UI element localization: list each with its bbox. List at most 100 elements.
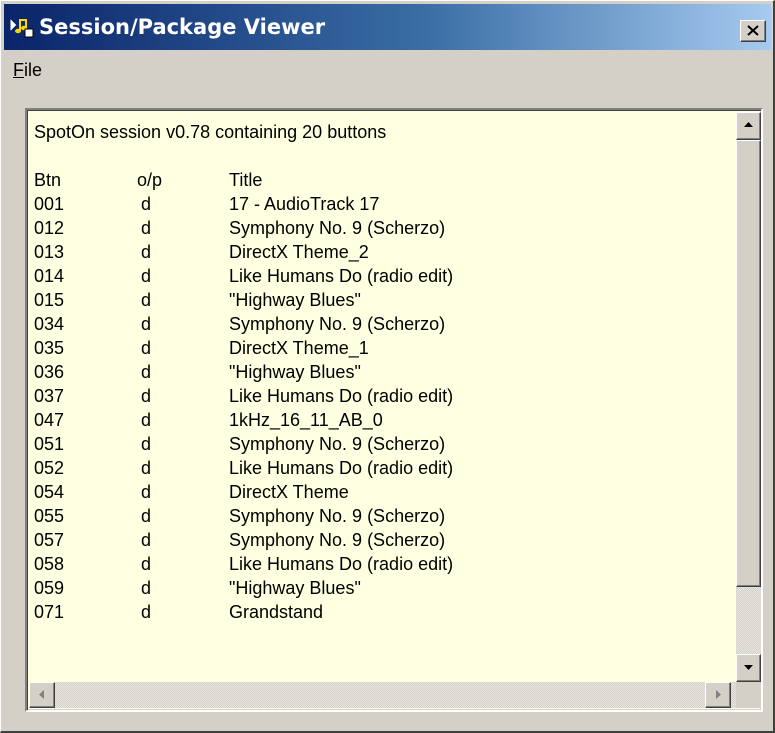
row-title: "Highway Blues" xyxy=(229,578,361,598)
session-text-area[interactable]: SpotOn session v0.78 containing 20 butto… xyxy=(25,108,763,712)
row-title: Like Humans Do (radio edit) xyxy=(229,386,454,406)
row-btn: 071 xyxy=(34,602,65,622)
menu-file[interactable]: File xyxy=(13,58,42,82)
row-title: "Highway Blues" xyxy=(229,290,361,310)
row-btn: 035 xyxy=(34,338,65,358)
row-op: d xyxy=(141,602,152,622)
app-music-icon xyxy=(8,16,34,38)
table-row: 047 d 1kHz_16_11_AB_0 xyxy=(32,408,722,432)
column-title: Title xyxy=(229,170,263,190)
row-op: d xyxy=(141,530,152,550)
arrow-down-icon xyxy=(744,665,753,670)
close-icon xyxy=(747,25,759,36)
row-title: Symphony No. 9 (Scherzo) xyxy=(229,506,446,526)
title-bar[interactable]: Session/Package Viewer xyxy=(4,4,771,50)
vertical-scroll-thumb[interactable] xyxy=(736,140,761,587)
row-title: "Highway Blues" xyxy=(229,362,361,382)
table-row: 054 d DirectX Theme xyxy=(32,480,722,504)
table-row: 036 d "Highway Blues" xyxy=(32,360,722,384)
table-row: 035 d DirectX Theme_1 xyxy=(32,336,722,360)
row-op: d xyxy=(141,554,152,574)
row-btn: 036 xyxy=(34,362,65,382)
table-row: 012 d Symphony No. 9 (Scherzo) xyxy=(32,216,722,240)
row-op: d xyxy=(141,266,152,286)
row-title: Symphony No. 9 (Scherzo) xyxy=(229,218,446,238)
row-btn: 051 xyxy=(34,434,65,454)
menu-file-mnemonic: F xyxy=(13,60,24,80)
close-button[interactable] xyxy=(740,20,766,42)
row-title: 1kHz_16_11_AB_0 xyxy=(229,410,383,430)
table-row: 059 d "Highway Blues" xyxy=(32,576,722,600)
scrollbar-corner xyxy=(736,682,761,708)
row-btn: 057 xyxy=(34,530,65,550)
row-op: d xyxy=(141,434,152,454)
row-btn: 015 xyxy=(34,290,65,310)
row-btn: 012 xyxy=(34,218,65,238)
arrow-right-icon xyxy=(716,690,721,699)
row-title: Like Humans Do (radio edit) xyxy=(229,458,454,478)
row-title: DirectX Theme xyxy=(229,482,349,502)
table-row: 051 d Symphony No. 9 (Scherzo) xyxy=(32,432,722,456)
session-listing: SpotOn session v0.78 containing 20 butto… xyxy=(32,118,732,688)
viewer-window: Session/Package Viewer File SpotOn sessi… xyxy=(0,0,775,733)
column-btn: Btn xyxy=(34,170,62,190)
row-btn: 037 xyxy=(34,386,65,406)
row-title: DirectX Theme_2 xyxy=(229,242,369,262)
row-btn: 047 xyxy=(34,410,65,430)
row-op: d xyxy=(141,362,152,382)
session-summary: SpotOn session v0.78 containing 20 butto… xyxy=(34,122,387,142)
row-title: Symphony No. 9 (Scherzo) xyxy=(229,530,446,550)
arrow-left-icon xyxy=(39,690,44,699)
table-row: 058 d Like Humans Do (radio edit) xyxy=(32,552,722,576)
table-row: 071 d Grandstand xyxy=(32,600,722,624)
row-op: d xyxy=(141,314,152,334)
row-op: d xyxy=(141,458,152,478)
scroll-down-button[interactable] xyxy=(736,654,761,682)
column-header-row: Btn o/p Title xyxy=(32,168,722,192)
table-row: 015 d "Highway Blues" xyxy=(32,288,722,312)
scroll-right-button[interactable] xyxy=(705,682,731,708)
row-title: Like Humans Do (radio edit) xyxy=(229,266,454,286)
table-row: 052 d Like Humans Do (radio edit) xyxy=(32,456,722,480)
row-title: Like Humans Do (radio edit) xyxy=(229,554,454,574)
table-row: 014 d Like Humans Do (radio edit) xyxy=(32,264,722,288)
scroll-left-button[interactable] xyxy=(29,682,55,708)
row-op: d xyxy=(141,290,152,310)
menu-bar: File xyxy=(4,53,771,87)
row-btn: 059 xyxy=(34,578,65,598)
row-title: DirectX Theme_1 xyxy=(229,338,369,358)
row-btn: 052 xyxy=(34,458,65,478)
row-btn: 001 xyxy=(34,194,65,214)
horizontal-scrollbar[interactable] xyxy=(29,682,736,708)
menu-file-label: ile xyxy=(24,60,43,80)
row-btn: 054 xyxy=(34,482,65,502)
row-btn: 034 xyxy=(34,314,65,334)
table-row: 001 d 17 - AudioTrack 17 xyxy=(32,192,722,216)
arrow-up-icon xyxy=(744,122,753,127)
row-op: d xyxy=(141,578,152,598)
column-op: o/p xyxy=(137,170,163,190)
table-row: 055 d Symphony No. 9 (Scherzo) xyxy=(32,504,722,528)
row-op: d xyxy=(141,506,152,526)
row-title: Symphony No. 9 (Scherzo) xyxy=(229,314,446,334)
row-btn: 014 xyxy=(34,266,65,286)
scroll-up-button[interactable] xyxy=(736,112,761,140)
row-op: d xyxy=(141,386,152,406)
row-op: d xyxy=(141,242,152,262)
window-title: Session/Package Viewer xyxy=(39,15,326,39)
row-btn: 058 xyxy=(34,554,65,574)
row-btn: 055 xyxy=(34,506,65,526)
table-row: 037 d Like Humans Do (radio edit) xyxy=(32,384,722,408)
table-row: 057 d Symphony No. 9 (Scherzo) xyxy=(32,528,722,552)
row-op: d xyxy=(141,482,152,502)
row-title: 17 - AudioTrack 17 xyxy=(229,194,380,214)
row-title: Symphony No. 9 (Scherzo) xyxy=(229,434,446,454)
row-op: d xyxy=(141,338,152,358)
table-row: 034 d Symphony No. 9 (Scherzo) xyxy=(32,312,722,336)
row-op: d xyxy=(141,218,152,238)
row-title: Grandstand xyxy=(229,602,324,622)
row-op: d xyxy=(141,410,152,430)
row-btn: 013 xyxy=(34,242,65,262)
row-op: d xyxy=(141,194,152,214)
vertical-scrollbar[interactable] xyxy=(736,112,761,682)
